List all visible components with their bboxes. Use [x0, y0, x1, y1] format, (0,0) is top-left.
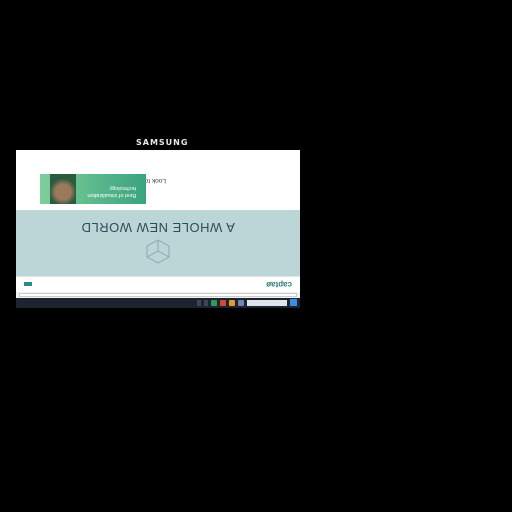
taskbar-app-icon[interactable] [238, 300, 244, 306]
taskbar [16, 298, 300, 308]
promo-card-caption: Best of visualization technology [87, 185, 136, 199]
url-input[interactable] [19, 293, 297, 297]
taskbar-app-icon[interactable] [211, 300, 217, 306]
hero-banner: A WHOLE NEW WORLD [16, 210, 300, 276]
promo-photo [50, 174, 76, 204]
taskbar-window-button[interactable] [204, 300, 208, 306]
start-button[interactable] [290, 299, 297, 307]
promo-image-card[interactable]: Best of visualization technology [40, 174, 146, 204]
monitor-brand-logo: SAMSUNG [136, 138, 189, 147]
taskbar-search-input[interactable] [247, 300, 287, 306]
promo-section: Look to the Future with Captae Best of v… [16, 150, 300, 210]
cube-outline-icon [146, 239, 170, 265]
taskbar-window-button[interactable] [197, 300, 201, 306]
monitor-screen: captaø A WHOLE NEW WORLD Look to the Fut… [16, 150, 300, 308]
site-logo[interactable]: captaø [266, 280, 292, 289]
browser-address-bar [16, 292, 300, 298]
header-cta-button[interactable] [24, 282, 32, 287]
site-header: captaø [16, 276, 300, 292]
hero-title: A WHOLE NEW WORLD [81, 220, 235, 236]
site-nav [24, 282, 44, 287]
taskbar-app-icon[interactable] [220, 300, 226, 306]
taskbar-app-icon[interactable] [229, 300, 235, 306]
